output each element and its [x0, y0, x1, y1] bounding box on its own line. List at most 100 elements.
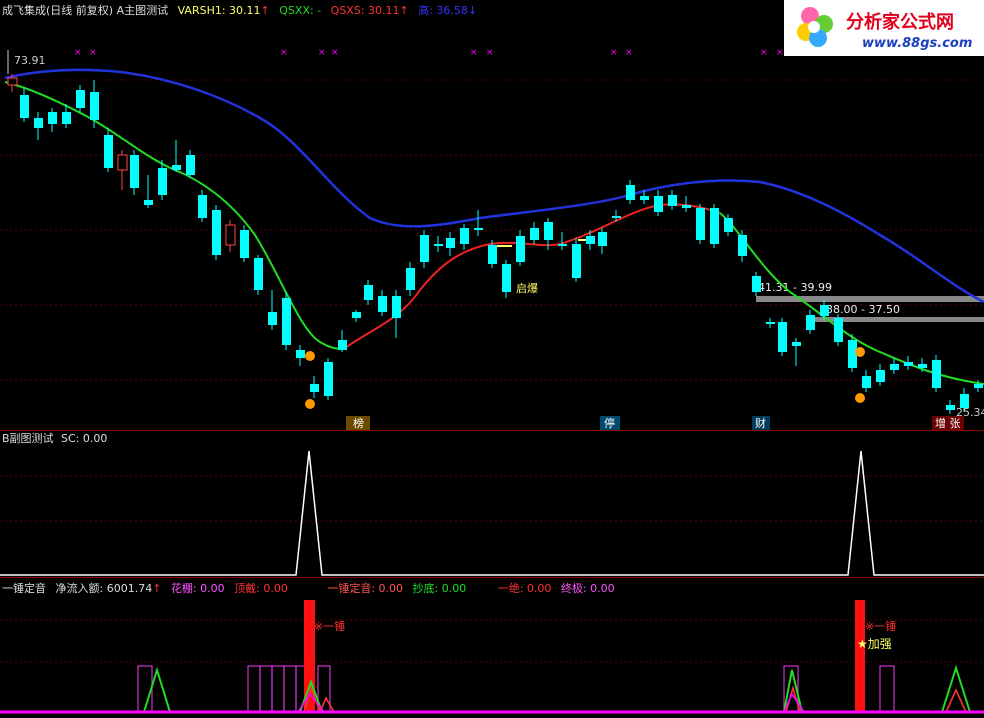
- resistance-band-1: [756, 296, 984, 302]
- candle-body: [352, 312, 361, 318]
- svg-text:×: ×: [625, 48, 633, 58]
- candle-body: [338, 340, 347, 350]
- sc-line: [0, 450, 984, 576]
- candle-body: [890, 364, 899, 370]
- candle-body: [778, 322, 787, 352]
- svg-text:×: ×: [318, 48, 326, 58]
- candle-body: [558, 244, 567, 246]
- candle-body: [626, 185, 635, 200]
- sub-b-svg: [0, 450, 984, 576]
- candle-body: [34, 118, 43, 128]
- candle-body: [117, 154, 128, 171]
- candle-body: [724, 218, 733, 232]
- candle-body: [488, 245, 497, 264]
- candle-body: [806, 315, 815, 330]
- sub-panel-c[interactable]: 一锤定音 净流入额: 6001.74↑ 花棚: 0.00 顶戴: 0.00 一锤…: [0, 578, 984, 718]
- candle-body: [198, 195, 207, 218]
- signal-dots: [305, 347, 865, 409]
- candle-body: [254, 258, 263, 290]
- candle-body: [446, 238, 455, 248]
- site-logo[interactable]: 分析家公式网 www.88gs.com: [784, 0, 984, 56]
- candle-body: [240, 230, 249, 258]
- main-chart-panel[interactable]: 成飞集成(日线 前复权) A主图测试 VARSH1: 30.11↑ QSXX: …: [0, 0, 984, 431]
- label-yichui-1: ※一锤: [314, 619, 345, 633]
- label-yichui-2: ※一锤: [865, 619, 896, 633]
- tag-bang: 榜: [353, 416, 364, 430]
- candle-body: [296, 350, 305, 358]
- yichui-bar-2: [855, 600, 865, 712]
- svg-text:×: ×: [610, 48, 618, 58]
- candle-body: [516, 236, 525, 262]
- band2-label: 38.00 - 37.50: [826, 303, 900, 316]
- candle-body: [76, 90, 85, 108]
- candle-body: [820, 305, 829, 316]
- candle-body: [460, 228, 469, 244]
- sub-panel-b[interactable]: B副图测试 SC: 0.00: [0, 431, 984, 578]
- logo-url: www.88gs.com: [862, 36, 972, 51]
- candle-body: [378, 296, 387, 312]
- bottom-tags: 榜 停 财 增 张: [346, 416, 964, 430]
- logo-name: 分析家公式网: [846, 11, 954, 33]
- logo-graphic: 分析家公式网 www.88gs.com: [797, 7, 972, 51]
- band1-label: 41.31 - 39.99: [758, 281, 832, 294]
- candle-body: [502, 264, 511, 292]
- chaodi-triangles: [143, 664, 971, 713]
- candle-body: [932, 360, 941, 388]
- candle-body: [974, 384, 983, 388]
- candle-body: [158, 168, 167, 195]
- svg-text:×: ×: [89, 48, 97, 58]
- tag-zengzhang: 增 张: [935, 416, 961, 430]
- price-high-label: 73.91: [14, 54, 46, 67]
- svg-text:×: ×: [486, 48, 494, 58]
- svg-text:×: ×: [776, 48, 784, 58]
- candle-body: [172, 165, 181, 170]
- candle-body: [212, 210, 221, 255]
- candle-body: [364, 285, 373, 300]
- x-markers: × × × × × × × × × × ×: [74, 48, 784, 58]
- ma-slow-line: [4, 68, 984, 304]
- candle-body: [682, 205, 691, 208]
- svg-text:×: ×: [760, 48, 768, 58]
- candle-body: [420, 235, 429, 262]
- candle-body: [434, 244, 443, 246]
- candle-body: [62, 112, 71, 124]
- candle-body: [324, 362, 333, 396]
- candle-body: [654, 196, 663, 212]
- candle-body: [862, 376, 871, 388]
- svg-text:×: ×: [470, 48, 478, 58]
- svg-text:×: ×: [331, 48, 339, 58]
- main-chart-svg: × × × × × × × × × × × 41.31 - 39.99 38.00 - 37…: [0, 48, 984, 430]
- candle-body: [225, 224, 236, 246]
- svg-text:×: ×: [280, 48, 288, 58]
- candle-body: [7, 77, 18, 86]
- tag-ting: 停: [604, 416, 615, 430]
- zhongji-triangles: [297, 692, 805, 713]
- candle-body: [474, 228, 483, 230]
- yijue-triangles: [303, 685, 967, 713]
- tag-cai: 财: [755, 416, 766, 430]
- annotation-qibao: 启爆: [516, 281, 538, 295]
- candle-body: [792, 342, 801, 346]
- candle-body: [90, 92, 99, 120]
- candle-body: [668, 195, 677, 206]
- candle-body: [282, 298, 291, 345]
- candle-body: [598, 232, 607, 246]
- candle-body: [752, 276, 761, 292]
- candle-body: [710, 208, 719, 244]
- candle-body: [48, 112, 57, 124]
- candle-body: [612, 216, 621, 218]
- candle-body: [530, 228, 539, 240]
- label-jiaqiang: ★加强: [857, 637, 892, 651]
- candle-body: [20, 95, 29, 118]
- candle-body: [268, 312, 277, 325]
- candle-body: [544, 222, 553, 240]
- candle-body: [766, 322, 775, 324]
- sub-c-svg: ※一锤 ※一锤 ★加强: [0, 600, 984, 714]
- candle-body: [572, 244, 581, 278]
- candle-body: [310, 384, 319, 392]
- candle-body: [392, 296, 401, 318]
- candle-body: [904, 362, 913, 366]
- candle-body: [640, 196, 649, 200]
- candle-body: [946, 405, 955, 410]
- svg-text:×: ×: [74, 48, 82, 58]
